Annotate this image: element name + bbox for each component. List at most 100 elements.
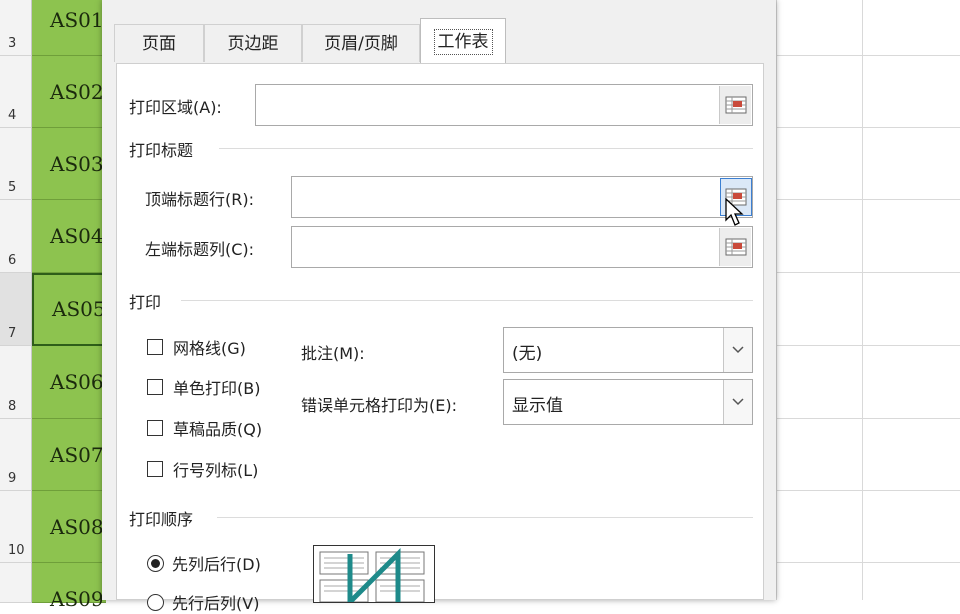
black-and-white-checkbox[interactable]: 单色打印(B) [147, 375, 260, 399]
section-divider [217, 517, 753, 518]
left-columns-input[interactable] [292, 227, 716, 267]
tab-margins[interactable]: 页边距 [204, 24, 302, 62]
row-number: 3 [8, 36, 17, 51]
left-columns-field[interactable] [291, 226, 753, 268]
over-then-down-radio[interactable]: 先行后列(V) [147, 590, 259, 614]
row-number: 7 [8, 326, 17, 341]
sheet-tab-panel: 打印区域(A): 打印标题 顶端标题行(R): 左端标题列(C): 打印 网格线… [116, 63, 764, 613]
cell-value: AS04 [50, 224, 104, 248]
checkbox-label: 网格线(G) [173, 339, 246, 358]
down-then-over-radio[interactable]: 先列后行(D) [147, 551, 261, 575]
radio-circle [147, 554, 164, 572]
collapse-dialog-button[interactable] [719, 86, 751, 124]
grid-line [776, 345, 960, 346]
selected-cell[interactable]: AS05 [32, 273, 106, 346]
grid-line [776, 272, 960, 273]
page-order-preview [313, 545, 435, 603]
radio-circle [147, 593, 164, 611]
row-header[interactable]: 9 [0, 419, 32, 491]
grid-line [776, 199, 960, 200]
row-header[interactable]: 10 [0, 491, 32, 563]
grid-line [776, 55, 960, 56]
radio-label: 先列后行(D) [172, 555, 261, 574]
row-header[interactable]: 7 [0, 273, 32, 346]
cell-value: AS07 [50, 443, 104, 467]
cell-value: AS09 [50, 587, 104, 611]
cell-value: AS06 [50, 370, 104, 394]
cell[interactable]: AS07 [32, 419, 106, 491]
collapse-dialog-button[interactable] [719, 228, 751, 266]
row-number: 10 [8, 543, 25, 558]
row-header[interactable]: 3 [0, 0, 32, 56]
page-order-section: 打印顺序 [129, 510, 194, 529]
gridlines-checkbox[interactable]: 网格线(G) [147, 335, 246, 359]
top-rows-field[interactable] [291, 176, 753, 218]
page-setup-dialog: 页面 页边距 页眉/页脚 工作表 打印区域(A): 打印标题 顶端标题行(R):… [102, 0, 776, 613]
comments-select[interactable]: (无) [503, 327, 753, 373]
cell[interactable]: AS08 [32, 491, 106, 563]
row-number: 4 [8, 108, 17, 123]
cell-value: AS05 [52, 297, 106, 321]
grid-line [776, 0, 777, 600]
cell-errors-label: 错误单元格打印为(E): [301, 396, 457, 415]
row-number: 5 [8, 180, 17, 195]
section-divider [219, 148, 753, 149]
tab-page[interactable]: 页面 [114, 24, 204, 62]
cell-value: AS08 [50, 515, 104, 539]
checkbox-label: 草稿品质(Q) [173, 420, 263, 439]
cell[interactable]: AS06 [32, 346, 106, 419]
tab-label: 页面 [142, 34, 176, 54]
checkbox-box [147, 379, 163, 395]
row-header[interactable]: 4 [0, 56, 32, 128]
top-rows-label: 顶端标题行(R): [145, 190, 254, 209]
cell-errors-select[interactable]: 显示值 [503, 379, 753, 425]
top-rows-input[interactable] [292, 177, 716, 217]
row-header[interactable] [0, 563, 32, 603]
checkbox-label: 行号列标(L) [173, 461, 259, 480]
cell-value: AS02 [50, 80, 104, 104]
draft-quality-checkbox[interactable]: 草稿品质(Q) [147, 416, 262, 440]
cell-value: AS03 [50, 152, 104, 176]
grid-line [776, 418, 960, 419]
checkbox-label: 单色打印(B) [173, 379, 261, 398]
row-header[interactable]: 5 [0, 128, 32, 200]
cell-value: AS01 [50, 8, 104, 32]
comments-value: (无) [512, 344, 543, 364]
grid-line [862, 0, 863, 600]
section-divider [181, 300, 753, 301]
mouse-cursor-icon [725, 198, 744, 226]
tab-sheet[interactable]: 工作表 [420, 18, 506, 64]
chevron-down-icon [723, 380, 752, 424]
row-col-headings-checkbox[interactable]: 行号列标(L) [147, 457, 258, 481]
cell[interactable]: AS02 [32, 56, 106, 128]
cell[interactable]: AS04 [32, 200, 106, 273]
radio-label: 先行后列(V) [172, 594, 260, 613]
cell[interactable]: AS09 [32, 563, 106, 611]
checkbox-box [147, 420, 163, 436]
tab-label: 工作表 [433, 29, 493, 55]
row-number: 8 [8, 399, 17, 414]
range-select-icon [725, 238, 746, 256]
grid-line [776, 490, 960, 491]
row-header[interactable]: 8 [0, 346, 32, 419]
tab-label: 页边距 [227, 34, 279, 54]
print-area-input[interactable] [256, 85, 720, 125]
chevron-down-icon [723, 328, 752, 372]
cell[interactable]: AS03 [32, 128, 106, 200]
print-section: 打印 [129, 293, 162, 312]
print-area-field[interactable] [255, 84, 753, 126]
checkbox-box [147, 339, 163, 355]
range-select-icon [725, 96, 746, 114]
row-number: 6 [8, 253, 17, 268]
grid-line [776, 562, 960, 563]
tab-label: 页眉/页脚 [324, 34, 398, 54]
cell[interactable]: AS01 [32, 0, 106, 56]
row-header[interactable]: 6 [0, 200, 32, 273]
row-number: 9 [8, 471, 17, 486]
grid-line [776, 127, 960, 128]
tab-header-footer[interactable]: 页眉/页脚 [302, 24, 420, 62]
checkbox-box [147, 461, 163, 477]
left-columns-label: 左端标题列(C): [145, 240, 255, 259]
print-titles-section: 打印标题 [129, 141, 194, 160]
print-area-label: 打印区域(A): [129, 98, 222, 117]
